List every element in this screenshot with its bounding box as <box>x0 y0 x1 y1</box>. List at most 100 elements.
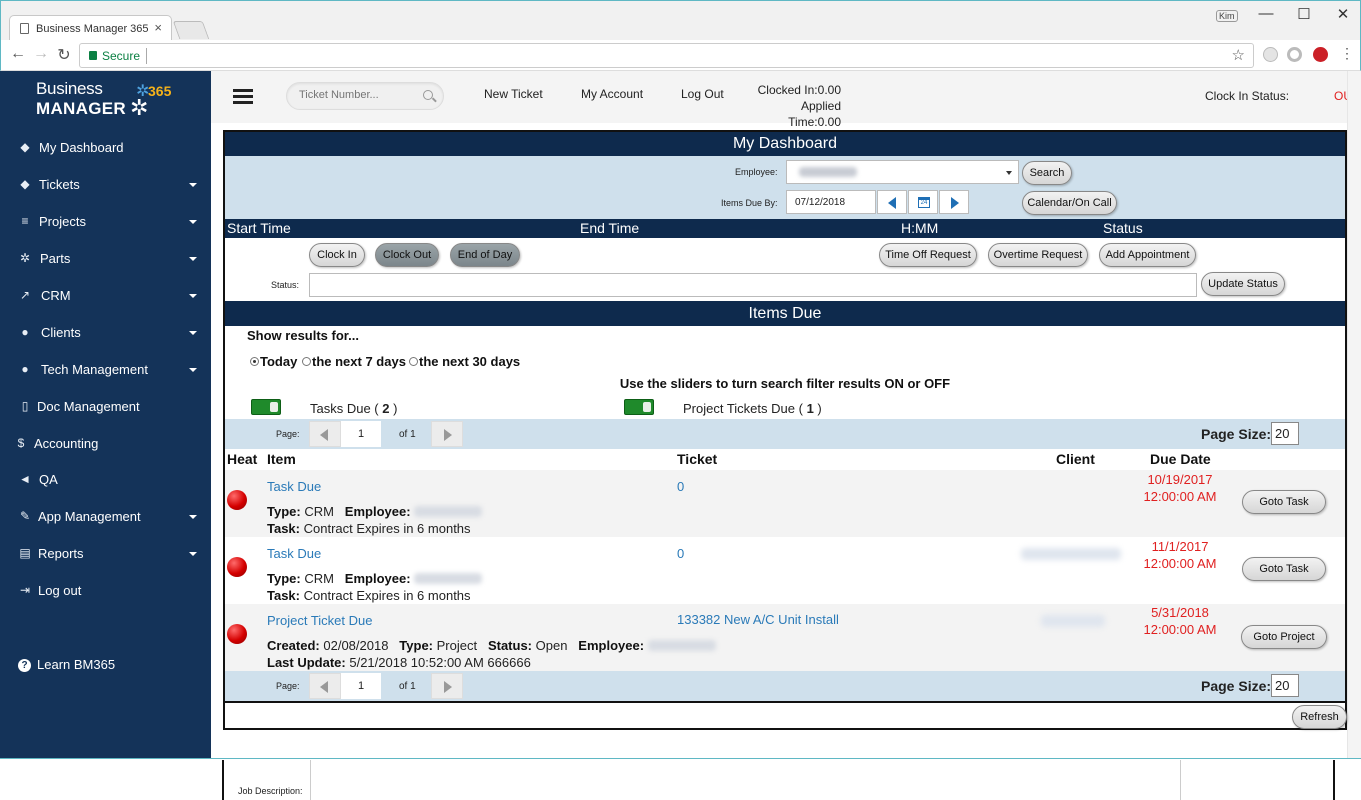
toggle-knob <box>270 402 278 412</box>
divider <box>225 701 1345 703</box>
reload-icon[interactable]: ↻ <box>54 45 74 65</box>
client-name-redacted[interactable] <box>1021 548 1121 560</box>
my-account-link[interactable]: My Account <box>581 87 643 101</box>
next-date-button[interactable] <box>939 190 969 214</box>
project-tickets-toggle[interactable] <box>624 399 654 415</box>
brand-logo[interactable]: Business MANAGER ✲ ✲ 365 <box>36 79 171 120</box>
status-label: Status: <box>487 638 533 653</box>
sidebar-item-my-dashboard[interactable]: ◆ My Dashboard <box>0 130 211 167</box>
type-label: Type: <box>267 504 301 519</box>
minimize-icon[interactable]: — <box>1256 5 1276 22</box>
window-close-icon[interactable]: ✕ <box>1333 5 1353 23</box>
sidebar-item-crm[interactable]: ↗ CRM <box>0 278 211 315</box>
ticket-search[interactable] <box>286 82 444 110</box>
clock-out-button[interactable]: Clock Out <box>375 243 439 267</box>
goto-task-button[interactable]: Goto Task <box>1242 557 1326 581</box>
item-link[interactable]: Project Ticket Due <box>267 613 373 628</box>
profile-chip[interactable]: Kim <box>1216 10 1238 22</box>
address-bar[interactable]: Secure ☆ <box>79 43 1254 68</box>
sidebar-item-projects[interactable]: ≡ Projects <box>0 204 211 241</box>
employee-select[interactable] <box>786 160 1019 184</box>
tasks-due-toggle[interactable] <box>251 399 281 415</box>
item-details: Type: CRM Employee: Task: Contract Expir… <box>267 570 483 604</box>
tag-icon: ◆ <box>20 177 30 191</box>
new-tab-button[interactable] <box>172 21 210 39</box>
file-icon: ▯ <box>21 399 29 413</box>
page-scrollbar[interactable] <box>1347 71 1361 758</box>
column-due-date: Due Date <box>1150 451 1211 467</box>
browser-tab[interactable]: Business Manager 365 × <box>9 15 172 42</box>
extension-circle-icon[interactable] <box>1287 47 1302 62</box>
sidebar-item-clients[interactable]: ● Clients <box>0 315 211 352</box>
item-link[interactable]: Task Due <box>267 479 321 494</box>
forward-icon[interactable]: → <box>31 45 51 63</box>
page-number[interactable]: 1 <box>341 673 381 699</box>
next-page-button[interactable] <box>431 673 463 699</box>
refresh-button[interactable]: Refresh <box>1292 705 1347 729</box>
page-size-input[interactable]: 20 <box>1271 674 1299 697</box>
ticket-number-input[interactable] <box>299 89 419 101</box>
sidebar-item-doc-management[interactable]: ▯ Doc Management <box>0 389 211 426</box>
pinterest-icon[interactable] <box>1313 47 1328 62</box>
goto-project-button[interactable]: Goto Project <box>1241 625 1327 649</box>
clock-in-status-label: Clock In Status: <box>1205 89 1290 103</box>
goto-task-button[interactable]: Goto Task <box>1242 490 1326 514</box>
page-number[interactable]: 1 <box>341 421 381 447</box>
sidebar-item-tech-management[interactable]: ● Tech Management <box>0 352 211 389</box>
tasks-due-count: 2 <box>382 401 390 416</box>
created-value: 02/08/2018 <box>323 638 389 653</box>
next-page-button[interactable] <box>431 421 463 447</box>
ticket-link[interactable]: 0 <box>677 479 684 494</box>
end-of-day-button[interactable]: End of Day <box>450 243 520 267</box>
client-name-redacted[interactable] <box>1041 615 1105 627</box>
prev-page-button[interactable] <box>309 673 341 699</box>
sidebar-item-tickets[interactable]: ◆ Tickets <box>0 167 211 204</box>
lock-icon <box>89 51 97 60</box>
tab-close-icon[interactable]: × <box>154 20 162 35</box>
log-out-link[interactable]: Log Out <box>681 87 724 101</box>
hamburger-menu-icon[interactable] <box>233 89 253 105</box>
time-off-request-button[interactable]: Time Off Request <box>879 243 977 267</box>
menu-kebab-icon[interactable]: ⋮ <box>1337 45 1357 62</box>
employee-name-redacted <box>414 573 483 584</box>
update-status-button[interactable]: Update Status <box>1201 272 1285 296</box>
overtime-request-button[interactable]: Overtime Request <box>988 243 1088 267</box>
status-input[interactable] <box>309 273 1197 297</box>
ticket-link[interactable]: 0 <box>677 546 684 561</box>
new-ticket-link[interactable]: New Ticket <box>484 87 543 101</box>
sidebar-item-label: App Management <box>38 509 141 524</box>
back-icon[interactable]: ← <box>8 45 28 63</box>
radio-today[interactable]: Today <box>250 354 297 369</box>
sidebar-item-qa[interactable]: ◄ QA <box>0 462 211 499</box>
radio-next-30-days[interactable]: the next 30 days <box>409 354 520 369</box>
radio-label: the next 7 days <box>312 354 406 369</box>
clock-in-button[interactable]: Clock In <box>309 243 365 267</box>
ticket-link[interactable]: 133382 New A/C Unit Install <box>677 612 839 627</box>
column-heat: Heat <box>227 451 258 467</box>
sidebar-item-parts[interactable]: ✲ Parts <box>0 241 211 278</box>
sidebar-item-learn-bm365[interactable]: ? Learn BM365 <box>0 647 211 684</box>
sign-out-icon: ⇥ <box>19 583 31 597</box>
radio-next-7-days[interactable]: the next 7 days <box>302 354 406 369</box>
items-due-by-date-input[interactable]: 07/12/2018 <box>786 190 876 214</box>
sidebar-item-log-out[interactable]: ⇥ Log out <box>0 573 211 610</box>
pager-top: Page: 1 of 1 Page Size: 20 <box>225 419 1345 449</box>
prev-date-button[interactable] <box>877 190 907 214</box>
sidebar-item-label: Accounting <box>34 436 99 451</box>
show-results-heading: Show results for... <box>247 328 359 343</box>
prev-page-button[interactable] <box>309 421 341 447</box>
add-appointment-button[interactable]: Add Appointment <box>1099 243 1196 267</box>
calendar-button[interactable]: 24 <box>908 190 938 214</box>
item-link[interactable]: Task Due <box>267 546 321 561</box>
page-size-input[interactable]: 20 <box>1271 422 1299 445</box>
search-icon[interactable] <box>423 90 433 100</box>
calendar-on-call-button[interactable]: Calendar/On Call <box>1022 191 1117 215</box>
due-date: 11/1/2017 12:00:00 AM <box>1125 538 1235 572</box>
bookmark-star-icon[interactable]: ☆ <box>1232 46 1245 64</box>
sidebar-item-accounting[interactable]: $ Accounting <box>0 426 211 463</box>
search-button[interactable]: Search <box>1022 161 1072 185</box>
sidebar-item-reports[interactable]: ▤ Reports <box>0 536 211 573</box>
maximize-icon[interactable]: ☐ <box>1294 5 1314 23</box>
extension-icon[interactable] <box>1263 47 1278 62</box>
sidebar-item-app-management[interactable]: ✎ App Management <box>0 499 211 536</box>
